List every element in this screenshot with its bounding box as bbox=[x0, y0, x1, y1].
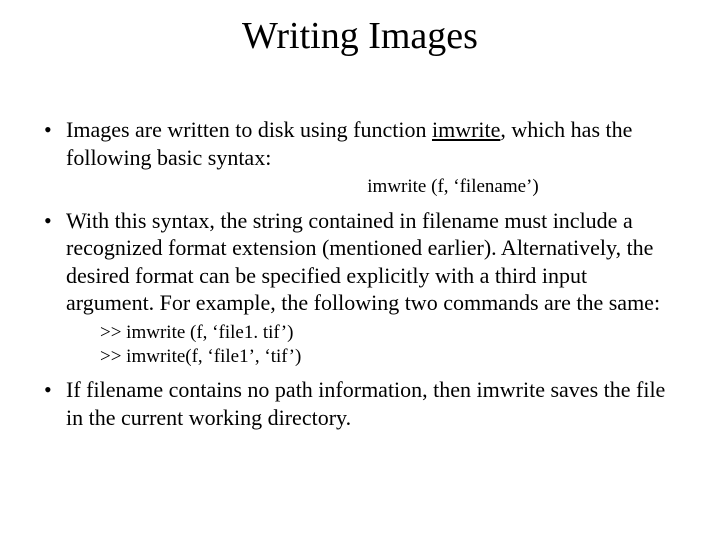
example-2: >> imwrite(f, ‘file1’, ‘tif’) bbox=[100, 345, 680, 370]
slide-title: Writing Images bbox=[40, 14, 680, 58]
bullet-3-text: If filename contains no path information… bbox=[66, 377, 665, 430]
bullet-2-text: With this syntax, the string contained i… bbox=[66, 208, 660, 316]
bullet-1-func: imwrite bbox=[432, 117, 500, 142]
example-1: >> imwrite (f, ‘file1. tif’) bbox=[100, 321, 680, 346]
bullet-list: Images are written to disk using functio… bbox=[40, 116, 680, 431]
syntax-line: imwrite (f, ‘filename’) bbox=[226, 175, 680, 199]
bullet-2: With this syntax, the string contained i… bbox=[40, 207, 680, 370]
slide: Writing Images Images are written to dis… bbox=[0, 0, 720, 540]
bullet-3: If filename contains no path information… bbox=[40, 376, 680, 431]
examples-block: >> imwrite (f, ‘file1. tif’) >> imwrite(… bbox=[100, 321, 680, 370]
bullet-1-pre: Images are written to disk using functio… bbox=[66, 117, 432, 142]
bullet-1: Images are written to disk using functio… bbox=[40, 116, 680, 199]
